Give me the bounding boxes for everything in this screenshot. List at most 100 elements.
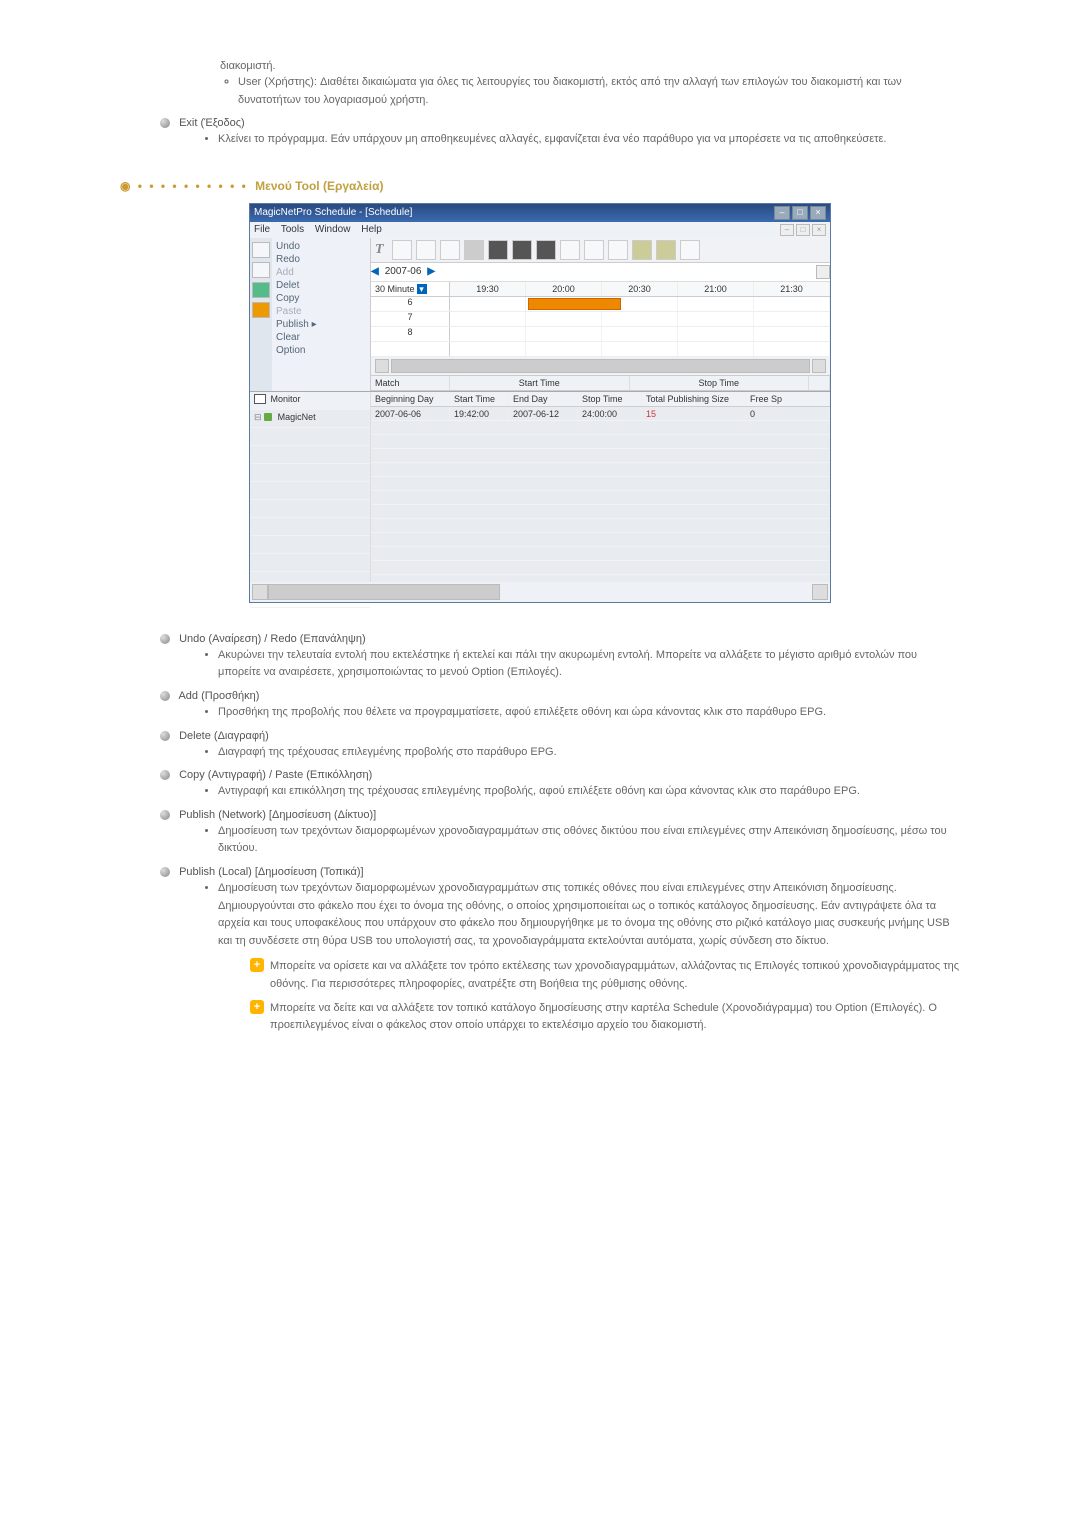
tree-node[interactable]: ⊟ MagicNet [250, 410, 370, 428]
date-label: 2007-06 [385, 266, 422, 277]
node-icon [264, 413, 272, 421]
section-title: Μενού Tool (Εργαλεία) [255, 179, 383, 193]
bullet-icon [160, 770, 170, 780]
menu-item-undo[interactable]: Undo [276, 240, 366, 253]
bullet-icon [160, 118, 170, 128]
maximize-icon[interactable]: □ [792, 206, 808, 220]
text-tool-icon[interactable]: T [375, 242, 384, 258]
redo-icon[interactable] [656, 240, 676, 260]
row-label: 7 [371, 312, 450, 326]
cell: 2007-06-12 [509, 407, 578, 420]
undo-icon[interactable] [632, 240, 652, 260]
menu-item-publish[interactable]: Publish ▸ [276, 318, 366, 331]
toolbar-button[interactable] [560, 240, 580, 260]
bullet-icon [160, 731, 170, 741]
col-header[interactable]: End Day [509, 392, 578, 406]
col-header[interactable]: Free Sp [746, 392, 830, 406]
menu-help[interactable]: Help [361, 224, 382, 235]
col-header[interactable]: Total Publishing Size [642, 392, 746, 406]
scrollbar-horizontal[interactable] [391, 359, 810, 373]
toolbar-button[interactable] [584, 240, 604, 260]
toolbar-button[interactable] [440, 240, 460, 260]
menu-item-delete[interactable]: Delet [276, 279, 366, 292]
toolbar-button[interactable] [512, 240, 532, 260]
toolbar-button[interactable] [536, 240, 556, 260]
menu-item-copy[interactable]: Copy [276, 292, 366, 305]
prev-arrow-icon[interactable]: ◀ [371, 266, 379, 277]
mdi-close-icon[interactable]: × [812, 224, 826, 236]
item-title: Add (Προσθήκη) [178, 690, 259, 702]
monitor-tree-pane: Monitor ⊟ MagicNet [250, 392, 371, 582]
note-text: Μπορείτε να ορίσετε και να αλλάξετε τον … [270, 958, 960, 993]
time-column: 21:30 [754, 282, 830, 296]
menu-item-clear[interactable]: Clear [276, 331, 366, 344]
app-window: MagicNetPro Schedule - [Schedule] – □ × … [249, 203, 831, 603]
menu-file[interactable]: File [254, 224, 270, 235]
tool-button[interactable] [252, 282, 270, 298]
cell: 0 [746, 407, 830, 420]
toolbar-button[interactable] [680, 240, 700, 260]
scrollbar-horizontal[interactable] [268, 584, 500, 600]
tool-button[interactable] [252, 262, 270, 278]
tool-button[interactable] [252, 242, 270, 258]
toolbar-button[interactable] [488, 240, 508, 260]
toolbar-button[interactable] [464, 240, 484, 260]
menu-item-paste[interactable]: Paste [276, 305, 366, 318]
body-text: διακομιστή. [220, 60, 960, 72]
row-label: 6 [371, 297, 450, 311]
next-arrow-icon[interactable]: ▶ [427, 266, 435, 277]
item-title: Copy (Αντιγραφή) / Paste (Επικόλληση) [179, 769, 372, 781]
item-title: Delete (Διαγραφή) [179, 730, 269, 742]
cell: 24:00:00 [578, 407, 642, 420]
list-item: Διαγραφή της τρέχουσας επιλεγμένης προβο… [218, 744, 960, 762]
plus-tip-icon: + [250, 958, 264, 972]
tree-node-label: MagicNet [278, 412, 316, 422]
monitor-icon [254, 394, 266, 404]
scroll-right-icon[interactable] [812, 584, 828, 600]
interval-select[interactable]: 30 Minute [375, 284, 415, 294]
scroll-left-icon[interactable] [252, 584, 268, 600]
close-icon[interactable]: × [810, 206, 826, 220]
menu-item-redo[interactable]: Redo [276, 253, 366, 266]
menu-item-option[interactable]: Option [276, 344, 366, 357]
note-item: + Μπορείτε να ορίσετε και να αλλάξετε το… [250, 958, 960, 993]
list-item: User (Χρήστης): Διαθέτει δικαιώματα για … [238, 74, 960, 109]
col-header[interactable]: Start Time [450, 392, 509, 406]
scroll-corner-icon[interactable] [809, 376, 830, 390]
bullet-icon [160, 810, 170, 820]
row-label: 8 [371, 327, 450, 341]
toolbar-button[interactable] [392, 240, 412, 260]
item-title: Undo (Αναίρεση) / Redo (Επανάληψη) [179, 633, 366, 645]
menu-item-add[interactable]: Add [276, 266, 366, 279]
list-item: Κλείνει το πρόγραμμα. Εάν υπάρχουν μη απ… [218, 131, 960, 149]
minimize-icon[interactable]: – [774, 206, 790, 220]
toolbar-button[interactable] [608, 240, 628, 260]
menu-bar: File Tools Window Help – □ × [250, 222, 830, 238]
dropdown-icon[interactable]: ▾ [417, 284, 427, 294]
col-header[interactable]: Stop Time [578, 392, 642, 406]
scroll-right-icon[interactable] [812, 359, 826, 373]
mdi-maximize-icon[interactable]: □ [796, 224, 810, 236]
toolbar-button[interactable] [416, 240, 436, 260]
cell: 15 [642, 407, 746, 420]
scroll-up-icon[interactable] [816, 265, 830, 279]
item-title: Publish (Network) [Δημοσίευση (Δίκτυο)] [179, 809, 376, 821]
mdi-minimize-icon[interactable]: – [780, 224, 794, 236]
menu-tools[interactable]: Tools [281, 224, 304, 235]
note-text: Μπορείτε να δείτε και να αλλάξετε τον το… [270, 1000, 960, 1035]
item-title: Publish (Local) [Δημοσίευση (Τοπικά)] [179, 866, 364, 878]
col-header[interactable]: Beginning Day [371, 392, 450, 406]
table-row[interactable]: 2007-06-06 19:42:00 2007-06-12 24:00:00 … [371, 407, 830, 421]
timeline-grid[interactable]: 6 7 8 [371, 297, 830, 357]
footer-label: Start Time [450, 376, 630, 390]
row-label [371, 342, 450, 356]
bullet-icon [160, 634, 170, 644]
tool-button[interactable] [252, 302, 270, 318]
timeline-header: 30 Minute ▾ 19:30 20:00 20:30 21:00 21:3… [371, 282, 830, 297]
list-item: Ακυρώνει την τελευταία εντολή που εκτελέ… [218, 647, 960, 682]
time-column: 19:30 [450, 282, 526, 296]
scroll-left-icon[interactable] [375, 359, 389, 373]
schedule-table: Beginning Day Start Time End Day Stop Ti… [371, 392, 830, 582]
menu-window[interactable]: Window [315, 224, 351, 235]
time-column: 20:30 [602, 282, 678, 296]
